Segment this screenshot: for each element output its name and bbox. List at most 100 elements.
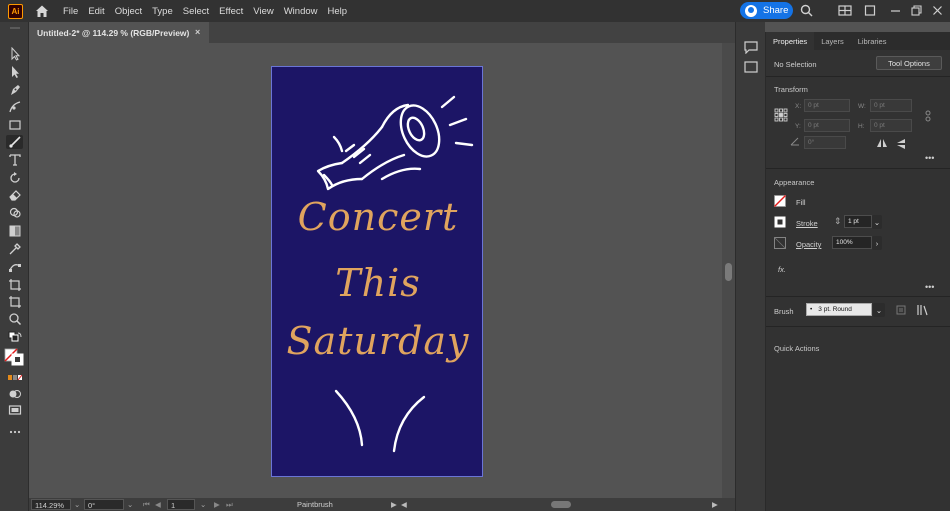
zoom-tool-icon[interactable] xyxy=(6,312,23,326)
scroll-right-icon[interactable]: ▶ xyxy=(712,500,718,509)
last-artboard-icon[interactable]: ⏭ xyxy=(226,500,233,510)
tab-libraries[interactable]: Libraries xyxy=(851,32,894,50)
crop-tool-icon[interactable] xyxy=(6,295,23,309)
scroll-left-icon[interactable]: ◀ xyxy=(401,500,407,509)
properties-panel: Properties Layers Libraries No Selection… xyxy=(765,32,950,511)
curvature-tool-icon[interactable] xyxy=(6,100,23,114)
appearance-more-icon[interactable]: ••• xyxy=(925,282,934,292)
screen-mode-icon[interactable] xyxy=(6,403,23,417)
minimize-icon[interactable] xyxy=(890,4,901,17)
poster-line-concert: Concert xyxy=(297,195,459,239)
tab-layers[interactable]: Layers xyxy=(814,32,851,50)
close-window-icon[interactable] xyxy=(932,4,943,17)
h-field[interactable]: 0 pt xyxy=(870,119,912,132)
menu-file[interactable]: File xyxy=(63,6,78,17)
stroke-swatch-icon[interactable] xyxy=(774,216,786,228)
tools-panel xyxy=(0,22,29,511)
menu-type[interactable]: Type xyxy=(152,6,173,17)
flip-horizontal-icon[interactable] xyxy=(876,138,888,148)
pen-tool-icon[interactable] xyxy=(6,83,23,97)
next-artboard-icon[interactable]: ▶ xyxy=(214,500,220,509)
fill-stroke-swatch-icon[interactable] xyxy=(4,348,24,366)
opacity-dropdown-chevron-icon[interactable]: › xyxy=(872,236,882,250)
horizontal-scroll-thumb[interactable] xyxy=(551,501,571,508)
stroke-label[interactable]: Stroke xyxy=(796,219,818,228)
stroke-weight-value: 1 pt xyxy=(848,218,859,225)
stroke-weight-field[interactable]: 1 pt xyxy=(844,215,872,228)
share-button[interactable]: Share xyxy=(740,2,793,19)
paintbrush-tool-icon[interactable] xyxy=(6,135,23,149)
stroke-dropdown-chevron-icon[interactable]: ⌄ xyxy=(872,215,882,229)
artboard-dropdown-chevron-icon[interactable]: ⌄ xyxy=(200,500,206,509)
h-label: H: xyxy=(858,123,865,130)
rectangle-tool-icon[interactable] xyxy=(6,118,23,132)
eraser-tool-icon[interactable] xyxy=(6,188,23,202)
x-field[interactable]: 0 pt xyxy=(804,99,850,112)
gradient-tool-icon[interactable] xyxy=(6,224,23,238)
constrain-proportions-icon[interactable] xyxy=(923,110,933,122)
flip-vertical-icon[interactable] xyxy=(896,138,906,150)
arrange-documents-icon[interactable] xyxy=(838,4,852,17)
menu-help[interactable]: Help xyxy=(328,6,348,17)
fill-swatch-icon[interactable] xyxy=(774,195,786,207)
menu-select[interactable]: Select xyxy=(183,6,209,17)
artboard-number-field[interactable]: 1 xyxy=(167,499,195,510)
artboard-number-value: 1 xyxy=(171,501,176,510)
opacity-icon[interactable] xyxy=(774,237,786,249)
menu-edit[interactable]: Edit xyxy=(88,6,104,17)
shape-builder-tool-icon[interactable] xyxy=(6,206,23,220)
document-tab[interactable]: Untitled-2* @ 114.29 % (RGB/Preview) × xyxy=(29,22,209,43)
tab-properties[interactable]: Properties xyxy=(766,32,815,50)
color-mode-icons[interactable] xyxy=(6,371,23,385)
vertical-scroll-thumb[interactable] xyxy=(725,263,732,281)
direct-selection-tool-icon[interactable] xyxy=(6,65,23,79)
toolbar-grip[interactable] xyxy=(6,25,23,31)
first-artboard-icon[interactable]: ⏮ xyxy=(143,500,150,510)
zoom-level-field[interactable]: 114.29% xyxy=(31,499,71,510)
artboard[interactable]: Concert This Saturday xyxy=(271,66,483,477)
fx-button[interactable]: fx. xyxy=(778,265,786,274)
type-tool-icon[interactable] xyxy=(6,153,23,167)
previous-artboard-icon[interactable]: ◀ xyxy=(155,500,161,509)
workspace-switcher-icon[interactable] xyxy=(864,4,876,17)
drawing-modes-icon[interactable] xyxy=(6,387,23,401)
panel-menu-icon[interactable] xyxy=(743,60,759,74)
default-colors-icon[interactable] xyxy=(6,331,23,345)
reference-point-icon[interactable] xyxy=(774,108,788,122)
w-field[interactable]: 0 pt xyxy=(870,99,912,112)
brush-options-icon[interactable] xyxy=(896,305,906,315)
blend-tool-icon[interactable] xyxy=(6,260,23,274)
search-icon[interactable] xyxy=(800,4,813,17)
menu-window[interactable]: Window xyxy=(284,6,318,17)
restore-icon[interactable] xyxy=(911,4,922,17)
rotate-angle-field[interactable]: 0° xyxy=(804,136,846,149)
brush-dropdown-chevron-icon[interactable]: ⌄ xyxy=(873,303,885,317)
comments-icon[interactable] xyxy=(743,40,759,54)
menu-view[interactable]: View xyxy=(253,6,273,17)
zoom-dropdown-chevron-icon[interactable]: ⌄ xyxy=(74,500,80,509)
vertical-scrollbar[interactable] xyxy=(722,43,735,498)
close-tab-icon[interactable]: × xyxy=(195,27,200,37)
x-value: 0 pt xyxy=(808,102,819,109)
canvas-area[interactable]: Concert This Saturday xyxy=(29,43,735,498)
brush-libraries-icon[interactable] xyxy=(916,304,928,316)
tool-options-button[interactable]: Tool Options xyxy=(876,56,942,70)
edit-toolbar-icon[interactable] xyxy=(6,425,23,439)
y-field[interactable]: 0 pt xyxy=(804,119,850,132)
rotation-dropdown-chevron-icon[interactable]: ⌄ xyxy=(127,500,133,509)
opacity-field[interactable]: 100% xyxy=(832,236,872,249)
eyedropper-tool-icon[interactable] xyxy=(6,242,23,256)
menu-effect[interactable]: Effect xyxy=(219,6,243,17)
transform-more-icon[interactable]: ••• xyxy=(925,153,934,163)
menu-object[interactable]: Object xyxy=(115,6,142,17)
status-menu-arrow-icon[interactable]: ▶ xyxy=(391,500,397,509)
artboard-tool-icon[interactable] xyxy=(6,278,23,292)
brush-definition-field[interactable]: • 3 pt. Round xyxy=(806,303,872,316)
home-icon[interactable] xyxy=(35,4,49,18)
panel-tabs: Properties Layers Libraries xyxy=(766,32,950,50)
rotate-tool-icon[interactable] xyxy=(6,171,23,185)
stroke-stepper-icon[interactable]: ⇕ xyxy=(834,216,842,227)
selection-tool-icon[interactable] xyxy=(6,47,23,61)
rotation-field[interactable]: 0° xyxy=(84,499,124,510)
opacity-label[interactable]: Opacity xyxy=(796,240,821,249)
